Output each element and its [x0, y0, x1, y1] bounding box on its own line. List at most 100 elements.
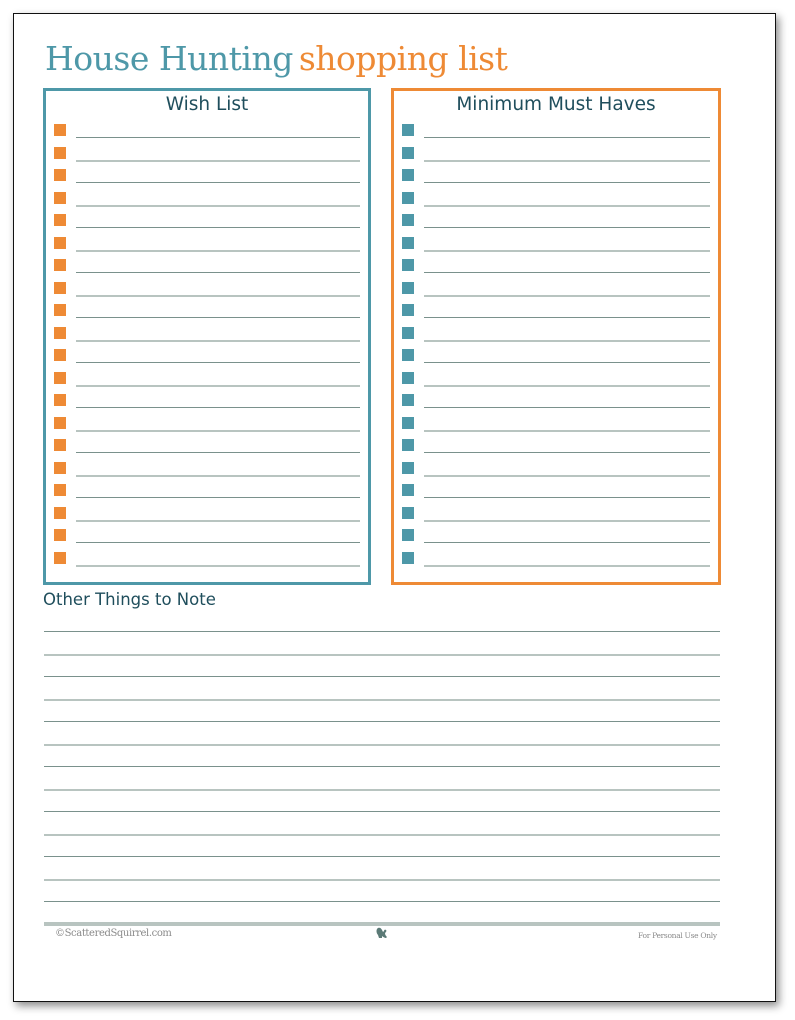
wish-list-checkbox-icon[interactable] [54, 304, 66, 316]
must-haves-checkbox-icon[interactable] [402, 506, 414, 519]
wish-list-write-line[interactable] [76, 294, 360, 297]
must-haves-checkbox-icon[interactable] [402, 551, 414, 564]
wish-list-checkbox-icon[interactable] [54, 484, 66, 496]
wish-list-checkbox-icon[interactable] [54, 236, 66, 249]
wish-list-write-line[interactable] [76, 272, 360, 274]
must-haves-write-line[interactable] [424, 159, 710, 162]
note-line-row[interactable] [44, 773, 720, 796]
wish-list-write-line[interactable] [76, 519, 360, 522]
note-write-line [44, 833, 720, 836]
wish-list-item [54, 459, 360, 482]
must-haves-checkbox-icon[interactable] [402, 371, 414, 384]
wish-list-write-line[interactable] [76, 429, 360, 432]
wish-list-checkbox-icon[interactable] [54, 259, 66, 271]
wish-list-write-line[interactable] [76, 339, 360, 342]
note-line-row[interactable] [44, 885, 720, 908]
wish-list-checkbox-icon[interactable] [54, 191, 66, 204]
must-haves-item [402, 234, 710, 257]
note-line-row[interactable] [44, 705, 720, 728]
note-line-row[interactable] [44, 750, 720, 773]
wish-list-write-line[interactable] [76, 497, 360, 499]
wish-list-checkbox-icon[interactable] [54, 326, 66, 339]
wish-list-write-line[interactable] [76, 384, 360, 387]
note-line-row[interactable] [44, 728, 720, 751]
must-haves-write-line[interactable] [424, 137, 710, 139]
wish-list-write-line[interactable] [76, 452, 360, 454]
wish-list-checkbox-icon[interactable] [54, 349, 66, 361]
title-shopping-list: shopping list [298, 39, 508, 78]
note-write-line [44, 878, 720, 881]
must-haves-checkbox-icon[interactable] [402, 394, 414, 406]
must-haves-write-line[interactable] [424, 204, 710, 207]
note-line-row[interactable] [44, 615, 720, 638]
must-haves-write-line[interactable] [424, 249, 710, 252]
wish-list-write-line[interactable] [76, 137, 360, 139]
wish-list-checkbox-icon[interactable] [54, 124, 66, 136]
must-haves-checkbox-icon[interactable] [402, 529, 414, 541]
wish-list-checkbox-icon[interactable] [54, 416, 66, 429]
wish-list-checkbox-icon[interactable] [54, 551, 66, 564]
wish-list-write-line[interactable] [76, 227, 360, 229]
must-haves-checkbox-icon[interactable] [402, 439, 414, 451]
must-haves-item [402, 391, 710, 414]
wish-list-write-line[interactable] [76, 159, 360, 162]
wish-list-write-line[interactable] [76, 407, 360, 409]
must-haves-write-line[interactable] [424, 294, 710, 297]
must-haves-checkbox-icon[interactable] [402, 191, 414, 204]
must-haves-write-line[interactable] [424, 519, 710, 522]
wish-list-write-line[interactable] [76, 564, 360, 567]
wish-list-write-line[interactable] [76, 204, 360, 207]
must-haves-write-line[interactable] [424, 497, 710, 499]
wish-list-checkbox-icon[interactable] [54, 529, 66, 541]
wish-list-checkbox-icon[interactable] [54, 146, 66, 159]
must-haves-checkbox-icon[interactable] [402, 214, 414, 226]
wish-list-write-line[interactable] [76, 317, 360, 319]
must-haves-write-line[interactable] [424, 182, 710, 184]
note-line-row[interactable] [44, 638, 720, 661]
must-haves-checkbox-icon[interactable] [402, 326, 414, 339]
note-line-row[interactable] [44, 683, 720, 706]
note-line-row[interactable] [44, 818, 720, 841]
wish-list-checkbox-icon[interactable] [54, 394, 66, 406]
must-haves-write-line[interactable] [424, 429, 710, 432]
wish-list-checkbox-icon[interactable] [54, 371, 66, 384]
must-haves-checkbox-icon[interactable] [402, 484, 414, 496]
must-haves-write-line[interactable] [424, 317, 710, 319]
wish-list-write-line[interactable] [76, 474, 360, 477]
must-haves-checkbox-icon[interactable] [402, 416, 414, 429]
wish-list-checkbox-icon[interactable] [54, 214, 66, 226]
note-line-row[interactable] [44, 863, 720, 886]
must-haves-write-line[interactable] [424, 407, 710, 409]
must-haves-items [402, 121, 710, 571]
must-haves-checkbox-icon[interactable] [402, 236, 414, 249]
must-haves-write-line[interactable] [424, 474, 710, 477]
must-haves-write-line[interactable] [424, 362, 710, 364]
must-haves-write-line[interactable] [424, 542, 710, 544]
must-haves-write-line[interactable] [424, 272, 710, 274]
must-haves-checkbox-icon[interactable] [402, 124, 414, 136]
wish-list-write-line[interactable] [76, 362, 360, 364]
must-haves-checkbox-icon[interactable] [402, 146, 414, 159]
must-haves-checkbox-icon[interactable] [402, 461, 414, 474]
must-haves-write-line[interactable] [424, 384, 710, 387]
wish-list-write-line[interactable] [76, 542, 360, 544]
note-line-row[interactable] [44, 840, 720, 863]
wish-list-write-line[interactable] [76, 182, 360, 184]
must-haves-checkbox-icon[interactable] [402, 169, 414, 181]
must-haves-write-line[interactable] [424, 564, 710, 567]
must-haves-write-line[interactable] [424, 339, 710, 342]
must-haves-checkbox-icon[interactable] [402, 281, 414, 294]
wish-list-checkbox-icon[interactable] [54, 169, 66, 181]
wish-list-checkbox-icon[interactable] [54, 439, 66, 451]
note-line-row[interactable] [44, 660, 720, 683]
must-haves-checkbox-icon[interactable] [402, 349, 414, 361]
must-haves-checkbox-icon[interactable] [402, 304, 414, 316]
must-haves-checkbox-icon[interactable] [402, 259, 414, 271]
wish-list-checkbox-icon[interactable] [54, 461, 66, 474]
wish-list-checkbox-icon[interactable] [54, 506, 66, 519]
wish-list-checkbox-icon[interactable] [54, 281, 66, 294]
must-haves-write-line[interactable] [424, 452, 710, 454]
note-line-row[interactable] [44, 795, 720, 818]
must-haves-write-line[interactable] [424, 227, 710, 229]
wish-list-write-line[interactable] [76, 249, 360, 252]
